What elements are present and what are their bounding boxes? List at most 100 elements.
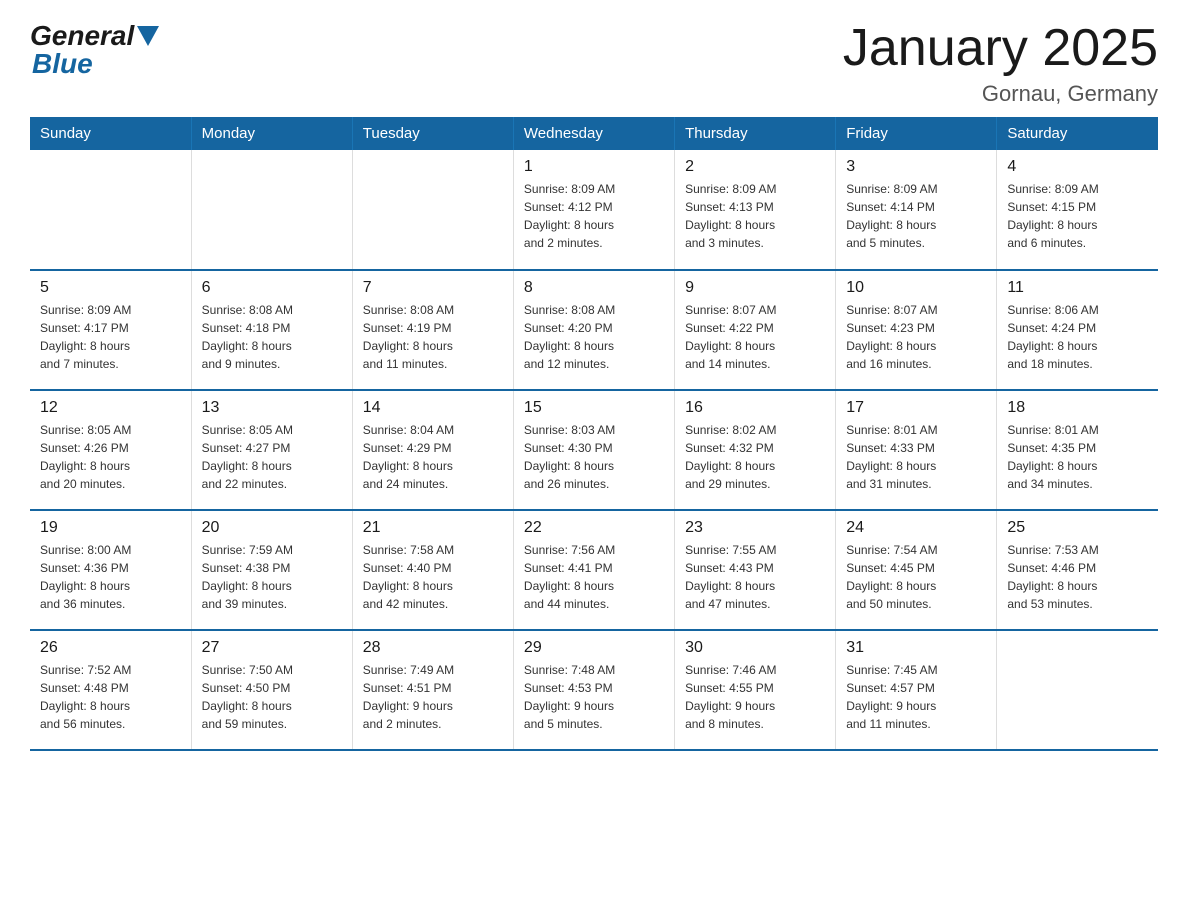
day-info: Sunrise: 7:59 AM Sunset: 4:38 PM Dayligh… [202, 541, 342, 613]
logo-blue-text: Blue [32, 48, 93, 79]
day-info: Sunrise: 8:07 AM Sunset: 4:22 PM Dayligh… [685, 301, 825, 373]
day-number: 15 [524, 399, 664, 417]
header-monday: Monday [191, 117, 352, 150]
day-number: 25 [1007, 519, 1148, 537]
day-number: 27 [202, 639, 342, 657]
header-saturday: Saturday [997, 117, 1158, 150]
table-row: 26Sunrise: 7:52 AM Sunset: 4:48 PM Dayli… [30, 630, 191, 750]
day-info: Sunrise: 8:08 AM Sunset: 4:20 PM Dayligh… [524, 301, 664, 373]
day-info: Sunrise: 8:01 AM Sunset: 4:33 PM Dayligh… [846, 421, 986, 493]
week-row-1: 1Sunrise: 8:09 AM Sunset: 4:12 PM Daylig… [30, 150, 1158, 270]
day-info: Sunrise: 8:04 AM Sunset: 4:29 PM Dayligh… [363, 421, 503, 493]
day-info: Sunrise: 7:55 AM Sunset: 4:43 PM Dayligh… [685, 541, 825, 613]
day-number: 29 [524, 639, 664, 657]
day-number: 22 [524, 519, 664, 537]
table-row [997, 630, 1158, 750]
day-info: Sunrise: 7:52 AM Sunset: 4:48 PM Dayligh… [40, 661, 181, 733]
logo-arrow-icon [137, 26, 159, 46]
table-row: 9 Sunrise: 8:07 AM Sunset: 4:22 PM Daylig… [675, 270, 836, 390]
table-row: 8Sunrise: 8:08 AM Sunset: 4:20 PM Daylig… [513, 270, 674, 390]
day-info: Sunrise: 7:50 AM Sunset: 4:50 PM Dayligh… [202, 661, 342, 733]
week-row-5: 26Sunrise: 7:52 AM Sunset: 4:48 PM Dayli… [30, 630, 1158, 750]
header-wednesday: Wednesday [513, 117, 674, 150]
day-number: 2 [685, 158, 825, 176]
day-number: 9 [685, 279, 825, 297]
table-row: 2 Sunrise: 8:09 AM Sunset: 4:13 PM Daylig… [675, 150, 836, 270]
day-info: Sunrise: 8:09 AM Sunset: 4:13 PM Dayligh… [685, 180, 825, 252]
table-row: 15 Sunrise: 8:03 AM Sunset: 4:30 PM Dayli… [513, 390, 674, 510]
table-row [352, 150, 513, 270]
day-number: 7 [363, 279, 503, 297]
day-info: Sunrise: 7:46 AM Sunset: 4:55 PM Dayligh… [685, 661, 825, 733]
table-row: 24 Sunrise: 7:54 AM Sunset: 4:45 PM Dayli… [836, 510, 997, 630]
title-block: January 2025 Gornau, Germany [843, 20, 1158, 107]
table-row [191, 150, 352, 270]
table-row: 3Sunrise: 8:09 AM Sunset: 4:14 PM Daylig… [836, 150, 997, 270]
day-info: Sunrise: 7:49 AM Sunset: 4:51 PM Dayligh… [363, 661, 503, 733]
day-number: 6 [202, 279, 342, 297]
day-info: Sunrise: 8:09 AM Sunset: 4:17 PM Dayligh… [40, 301, 181, 373]
week-row-2: 5 Sunrise: 8:09 AM Sunset: 4:17 PM Daylig… [30, 270, 1158, 390]
day-info: Sunrise: 8:06 AM Sunset: 4:24 PM Dayligh… [1007, 301, 1148, 373]
table-row [30, 150, 191, 270]
day-info: Sunrise: 8:08 AM Sunset: 4:18 PM Dayligh… [202, 301, 342, 373]
table-row: 10Sunrise: 8:07 AM Sunset: 4:23 PM Dayli… [836, 270, 997, 390]
logo: General Blue [30, 20, 159, 80]
table-row: 23Sunrise: 7:55 AM Sunset: 4:43 PM Dayli… [675, 510, 836, 630]
day-number: 14 [363, 399, 503, 417]
week-row-4: 19 Sunrise: 8:00 AM Sunset: 4:36 PM Dayli… [30, 510, 1158, 630]
day-number: 10 [846, 279, 986, 297]
day-number: 18 [1007, 399, 1148, 417]
table-row: 21 Sunrise: 7:58 AM Sunset: 4:40 PM Dayli… [352, 510, 513, 630]
day-number: 28 [363, 639, 503, 657]
day-info: Sunrise: 7:54 AM Sunset: 4:45 PM Dayligh… [846, 541, 986, 613]
day-number: 16 [685, 399, 825, 417]
table-row: 13Sunrise: 8:05 AM Sunset: 4:27 PM Dayli… [191, 390, 352, 510]
day-number: 19 [40, 519, 181, 537]
table-row: 7 Sunrise: 8:08 AM Sunset: 4:19 PM Daylig… [352, 270, 513, 390]
day-info: Sunrise: 8:05 AM Sunset: 4:26 PM Dayligh… [40, 421, 181, 493]
table-row: 18 Sunrise: 8:01 AM Sunset: 4:35 PM Dayli… [997, 390, 1158, 510]
table-row: 25 Sunrise: 7:53 AM Sunset: 4:46 PM Dayli… [997, 510, 1158, 630]
day-info: Sunrise: 8:00 AM Sunset: 4:36 PM Dayligh… [40, 541, 181, 613]
day-info: Sunrise: 8:01 AM Sunset: 4:35 PM Dayligh… [1007, 421, 1148, 493]
calendar-subtitle: Gornau, Germany [843, 81, 1158, 107]
day-number: 21 [363, 519, 503, 537]
table-row: 31 Sunrise: 7:45 AM Sunset: 4:57 PM Dayli… [836, 630, 997, 750]
table-row: 12 Sunrise: 8:05 AM Sunset: 4:26 PM Dayli… [30, 390, 191, 510]
calendar-title: January 2025 [843, 20, 1158, 77]
day-number: 13 [202, 399, 342, 417]
table-row: 22 Sunrise: 7:56 AM Sunset: 4:41 PM Dayli… [513, 510, 674, 630]
table-row: 20 Sunrise: 7:59 AM Sunset: 4:38 PM Dayli… [191, 510, 352, 630]
day-number: 31 [846, 639, 986, 657]
day-info: Sunrise: 7:45 AM Sunset: 4:57 PM Dayligh… [846, 661, 986, 733]
day-number: 5 [40, 279, 181, 297]
calendar-header: Sunday Monday Tuesday Wednesday Thursday… [30, 117, 1158, 150]
day-info: Sunrise: 8:08 AM Sunset: 4:19 PM Dayligh… [363, 301, 503, 373]
week-row-3: 12 Sunrise: 8:05 AM Sunset: 4:26 PM Dayli… [30, 390, 1158, 510]
day-info: Sunrise: 7:53 AM Sunset: 4:46 PM Dayligh… [1007, 541, 1148, 613]
page-header: General Blue January 2025 Gornau, German… [30, 20, 1158, 107]
day-number: 1 [524, 158, 664, 176]
day-number: 12 [40, 399, 181, 417]
calendar-body: 1Sunrise: 8:09 AM Sunset: 4:12 PM Daylig… [30, 150, 1158, 750]
calendar-table: Sunday Monday Tuesday Wednesday Thursday… [30, 117, 1158, 751]
day-number: 20 [202, 519, 342, 537]
day-info: Sunrise: 7:58 AM Sunset: 4:40 PM Dayligh… [363, 541, 503, 613]
day-number: 4 [1007, 158, 1148, 176]
table-row: 27 Sunrise: 7:50 AM Sunset: 4:50 PM Dayli… [191, 630, 352, 750]
table-row: 11Sunrise: 8:06 AM Sunset: 4:24 PM Dayli… [997, 270, 1158, 390]
day-info: Sunrise: 8:03 AM Sunset: 4:30 PM Dayligh… [524, 421, 664, 493]
day-info: Sunrise: 8:09 AM Sunset: 4:14 PM Dayligh… [846, 180, 986, 252]
day-info: Sunrise: 7:48 AM Sunset: 4:53 PM Dayligh… [524, 661, 664, 733]
day-info: Sunrise: 8:09 AM Sunset: 4:15 PM Dayligh… [1007, 180, 1148, 252]
day-number: 30 [685, 639, 825, 657]
day-number: 24 [846, 519, 986, 537]
table-row: 5 Sunrise: 8:09 AM Sunset: 4:17 PM Daylig… [30, 270, 191, 390]
table-row: 16Sunrise: 8:02 AM Sunset: 4:32 PM Dayli… [675, 390, 836, 510]
table-row: 17Sunrise: 8:01 AM Sunset: 4:33 PM Dayli… [836, 390, 997, 510]
table-row: 1Sunrise: 8:09 AM Sunset: 4:12 PM Daylig… [513, 150, 674, 270]
table-row: 6 Sunrise: 8:08 AM Sunset: 4:18 PM Daylig… [191, 270, 352, 390]
header-sunday: Sunday [30, 117, 191, 150]
day-info: Sunrise: 7:56 AM Sunset: 4:41 PM Dayligh… [524, 541, 664, 613]
